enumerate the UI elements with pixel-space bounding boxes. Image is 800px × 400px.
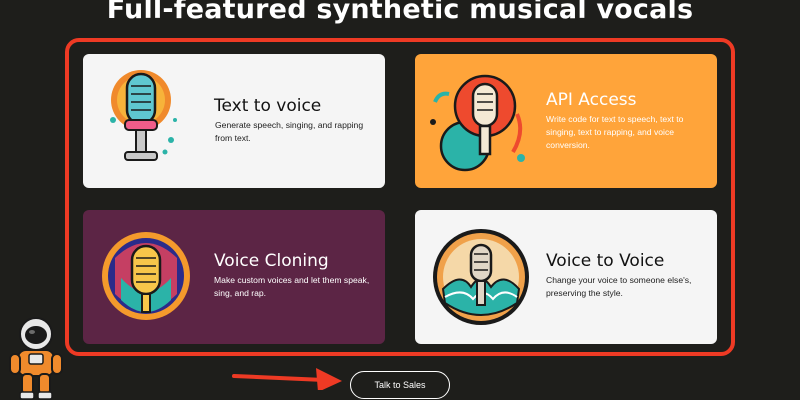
feature-description: Make custom voices and let them speak, s… [214,275,370,298]
feature-card-api-access[interactable]: API Access Write code for text to speech… [415,54,717,188]
astronaut-mascot-icon [9,317,63,400]
feature-title: Text to voice [214,96,322,116]
feature-card-text-to-voice[interactable]: Text to voice Generate speech, singing, … [83,54,385,188]
arrow-right-icon [232,368,342,390]
feature-description: Change your voice to someone else's, pre… [546,275,692,298]
feature-description: Write code for text to speech, text to s… [546,114,684,150]
feature-description: Generate speech, singing, and rapping fr… [215,120,364,143]
talk-to-sales-button[interactable]: Talk to Sales [350,371,450,399]
page-headline: Full-featured synthetic musical vocals [106,0,694,25]
feature-card-voice-cloning[interactable]: Voice Cloning Make custom voices and let… [83,210,385,344]
feature-title: API Access [546,90,637,110]
microphone-icon [110,70,177,161]
microphone-icon [102,232,190,320]
microphone-icon [433,229,529,325]
feature-title: Voice Cloning [214,251,329,271]
microphone-icon [430,74,525,172]
feature-title: Voice to Voice [546,251,665,271]
feature-card-voice-to-voice[interactable]: Voice to Voice Change your voice to some… [415,210,717,344]
